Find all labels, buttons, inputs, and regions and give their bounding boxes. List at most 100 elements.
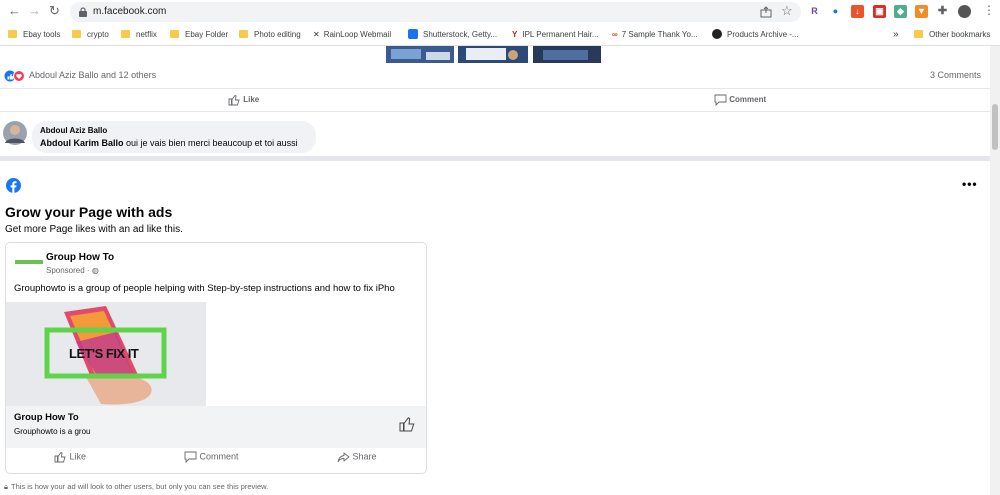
page-logo[interactable] — [15, 255, 43, 269]
bookmark-rainloop[interactable]: ✕ RainLoop Webmail — [313, 28, 391, 42]
ad-share-button[interactable]: Share — [337, 451, 377, 463]
extension-r-icon[interactable]: R — [808, 5, 821, 18]
bookmark-label: Products Archive -... — [727, 30, 799, 39]
ad-like-label: Like — [69, 451, 87, 462]
metamask-fox-icon[interactable]: ▼ — [915, 5, 928, 18]
notice-text: This is how your ad will look to other u… — [11, 482, 269, 491]
star-icon[interactable]: ☆ — [781, 3, 793, 19]
comment-body: Abdoul Karim Ballo oui je vais bien merc… — [40, 138, 308, 148]
folder-icon — [239, 30, 248, 38]
lock-icon: 🔒︎ — [4, 482, 8, 491]
commenter-avatar[interactable] — [3, 121, 27, 145]
bookmark-products-archive[interactable]: Products Archive -... — [712, 28, 799, 42]
more-options-icon[interactable]: ••• — [962, 177, 978, 191]
comment-bubble-icon — [714, 94, 727, 106]
bookmark-photo-editing[interactable]: Photo editing — [239, 28, 301, 42]
facebook-feed: Abdoul Aziz Ballo and 12 others 3 Commen… — [0, 46, 990, 495]
folder-icon — [170, 30, 179, 38]
comment-text: oui je vais bien merci beaucoup et toi a… — [123, 138, 298, 148]
extension-download-icon[interactable]: ↓ — [851, 5, 864, 18]
ad-description: Grouphowto is a group of people helping … — [14, 283, 395, 294]
bookmark-label: Other bookmarks — [929, 30, 991, 39]
bookmark-thank-you[interactable]: ∞ 7 Sample Thank Yo... — [612, 28, 698, 42]
ad-image-text: LET'S FIX IT — [69, 346, 139, 361]
extension-search-icon[interactable]: ● — [829, 5, 842, 18]
bookmarks-overflow-icon[interactable]: » — [893, 28, 899, 42]
scrollbar-thumb[interactable] — [992, 104, 998, 150]
comment-author[interactable]: Abdoul Aziz Ballo — [40, 126, 308, 135]
bookmark-netflix[interactable]: netflix — [121, 28, 157, 42]
comment-mention[interactable]: Abdoul Karim Ballo — [40, 138, 124, 148]
bookmark-crypto[interactable]: crypto — [72, 28, 109, 42]
ad-footer-sub: Grouphowto is a grou — [14, 427, 91, 436]
bookmark-ebay-tools[interactable]: Ebay tools — [8, 28, 60, 42]
lock-icon — [79, 7, 87, 17]
ad-sponsored-label: Sponsored · ◍ — [46, 266, 99, 275]
like-page-thumb-icon[interactable] — [399, 416, 416, 432]
like-thumb-icon — [228, 94, 240, 106]
bookmark-label: Shutterstock, Getty... — [423, 30, 498, 39]
sponsored-text: Sponsored · — [46, 266, 92, 275]
ad-footer: Group How To Grouphowto is a grou — [6, 406, 426, 448]
post-comment-button[interactable]: Comment — [714, 94, 766, 106]
address-bar[interactable]: m.facebook.com — [70, 2, 801, 22]
infinity-icon: ∞ — [612, 30, 618, 39]
post-like-label: Like — [243, 95, 260, 105]
forward-arrow-icon[interactable]: → — [28, 3, 41, 18]
bookmark-label: netflix — [136, 30, 157, 39]
extension-green-icon[interactable]: ◆ — [894, 5, 907, 18]
extension-camera-icon[interactable]: ▣ — [873, 5, 886, 18]
globe-icon: ◍ — [91, 266, 99, 275]
bookmark-label: Ebay Folder — [185, 30, 229, 39]
post-photo-3[interactable] — [533, 46, 601, 63]
like-thumb-icon — [54, 451, 66, 463]
products-archive-icon — [712, 29, 722, 39]
back-arrow-icon[interactable]: ← — [8, 3, 21, 18]
shutterstock-icon — [408, 29, 418, 39]
ad-share-label: Share — [352, 451, 377, 462]
browser-menu-icon[interactable]: ⋮ — [983, 3, 995, 17]
bookmark-ebay-folder[interactable]: Ebay Folder — [170, 28, 228, 42]
bookmark-label: crypto — [87, 30, 109, 39]
ad-section-title: Grow your Page with ads — [5, 204, 173, 220]
ad-page-name[interactable]: Group How To — [46, 252, 114, 263]
rainloop-icon: ✕ — [313, 30, 320, 39]
divider — [0, 111, 990, 112]
facebook-logo-icon — [6, 178, 21, 193]
bookmarks-bar: Ebay tools crypto netflix Ebay Folder Ph… — [0, 24, 1000, 46]
folder-icon — [121, 30, 130, 38]
bookmark-label: IPL Permanent Hair... — [522, 30, 599, 39]
post-photo-1[interactable] — [386, 46, 454, 63]
comment-bubble: Abdoul Aziz Ballo Abdoul Karim Ballo oui… — [32, 121, 316, 153]
ad-like-button[interactable]: Like — [54, 451, 86, 463]
share-arrow-icon — [337, 452, 350, 463]
bookmark-label: Photo editing — [254, 30, 301, 39]
ad-footer-name: Group How To — [14, 412, 79, 423]
ad-comment-button[interactable]: Comment — [184, 451, 239, 463]
ipl-icon: Y — [512, 30, 518, 39]
reactions-text[interactable]: Abdoul Aziz Ballo and 12 others — [29, 70, 156, 80]
extensions-puzzle-icon[interactable]: ✚ — [936, 5, 949, 18]
bookmark-shutterstock[interactable]: Shutterstock, Getty... — [408, 28, 497, 42]
folder-icon — [72, 30, 81, 38]
bookmark-label: 7 Sample Thank Yo... — [621, 30, 698, 39]
folder-icon — [914, 30, 923, 38]
url-text: m.facebook.com — [93, 6, 167, 17]
post-like-button[interactable]: Like — [228, 94, 259, 106]
comment-bubble-icon — [184, 451, 197, 463]
post-comment-label: Comment — [729, 95, 767, 105]
ad-preview-notice: 🔒︎ This is how your ad will look to other… — [4, 482, 268, 492]
page-scrollbar[interactable] — [990, 46, 1000, 495]
bookmark-ipl[interactable]: Y IPL Permanent Hair... — [512, 28, 599, 42]
reload-icon[interactable]: ↻ — [49, 3, 60, 19]
share-icon[interactable] — [760, 6, 772, 18]
comments-count[interactable]: 3 Comments — [930, 70, 981, 80]
post-photo-2[interactable] — [458, 46, 528, 63]
profile-avatar-icon[interactable] — [958, 5, 971, 18]
bookmark-other[interactable]: Other bookmarks — [914, 28, 990, 42]
bookmark-label: Ebay tools — [23, 30, 61, 39]
ad-preview-card: Group How To Sponsored · ◍ Grouphowto is… — [5, 242, 427, 474]
browser-toolbar: ← → ↻ m.facebook.com ☆ R ● ↓ ▣ ◆ ▼ ✚ ⋮ — [0, 0, 1000, 24]
ad-section-subtitle: Get more Page likes with an ad like this… — [5, 224, 183, 235]
reactions-icon — [4, 70, 25, 82]
